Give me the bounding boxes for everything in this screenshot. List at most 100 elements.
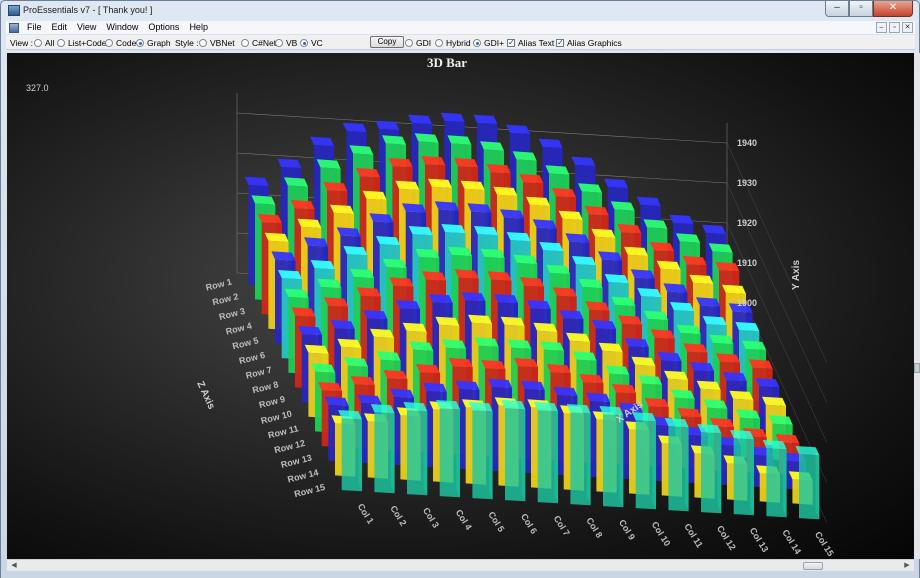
chart-canvas[interactable]: 1900 1910 1920 1930 1940 Row 1 Row 2 Row 3 Row 4… [7, 53, 914, 559]
menu-bar: File Edit View Window Options Help – ▫ ✕ [6, 21, 915, 35]
style-option-vc[interactable]: VC [300, 38, 323, 48]
z-tick-label: Row 3 [218, 306, 246, 322]
bar-top [342, 122, 367, 132]
x-tick-label: Col 4 [454, 508, 474, 532]
render-option-gdi[interactable]: GDI [405, 38, 431, 48]
radio-selected-icon [300, 39, 308, 47]
z-tick-label: Row 13 [280, 453, 313, 470]
bar-top [349, 145, 374, 155]
view-option-list-code[interactable]: List+Code [57, 38, 107, 48]
x-tick-label: Col 6 [519, 512, 539, 536]
bar-top [617, 224, 642, 234]
bar-front [635, 420, 656, 510]
bar-top [323, 182, 348, 192]
x-tick-label: Col 10 [650, 520, 673, 548]
bar-top [702, 224, 726, 234]
mdi-restore-button[interactable]: ▫ [889, 22, 900, 33]
vertical-scrollbar[interactable] [914, 53, 920, 559]
vertical-scroll-thumb[interactable] [914, 363, 920, 373]
3d-bar-chart[interactable]: 1900 1910 1920 1930 1940 Row 1Row 2Row 3Row 4… [7, 53, 914, 559]
bar-front [505, 408, 526, 502]
bar-top [735, 322, 760, 332]
z-tick-label: Row 15 [293, 482, 326, 499]
bar-front [537, 410, 558, 504]
radio-icon [241, 39, 249, 47]
bar-front [472, 410, 493, 500]
horizontal-scrollbar[interactable]: ◀ ▶ [7, 559, 914, 571]
style-option-vb[interactable]: VB [275, 38, 297, 48]
bar-front [374, 412, 395, 494]
x-tick-label: Col 12 [715, 524, 738, 552]
maximize-button[interactable]: ▫ [849, 1, 873, 17]
value-readout: 327.0 [26, 83, 49, 93]
bar-top [636, 196, 661, 206]
render-option-hybrid[interactable]: Hybrid [435, 38, 471, 48]
bar-top [473, 114, 498, 124]
view-option-code[interactable]: Code [105, 38, 136, 48]
x-tick-label: Col 9 [617, 518, 637, 542]
z-tick-label: Row 5 [231, 335, 259, 351]
z-tick-label: Row 8 [251, 379, 279, 395]
y-tick-label: 1940 [737, 138, 757, 148]
bar-top [545, 165, 570, 175]
horizontal-scroll-thumb[interactable] [803, 562, 823, 570]
radio-icon [405, 39, 413, 47]
bar-top [440, 112, 465, 122]
bar-top [538, 138, 563, 148]
radio-icon [275, 39, 283, 47]
x-tick-label: Col 5 [486, 510, 506, 534]
z-tick-label: Row 12 [273, 438, 306, 455]
menu-view[interactable]: View [77, 22, 96, 32]
mdi-close-button[interactable]: ✕ [902, 22, 913, 33]
bar-top [669, 214, 694, 224]
menu-edit[interactable]: Edit [52, 22, 68, 32]
z-tick-label: Row 9 [258, 394, 286, 410]
x-tick-label: Col 13 [748, 526, 771, 554]
view-option-all[interactable]: All [34, 38, 54, 48]
scroll-right-icon[interactable]: ▶ [901, 561, 913, 571]
z-tick-label: Row 7 [245, 365, 273, 381]
bar-front [439, 408, 460, 498]
view-label: View : [10, 38, 33, 48]
radio-selected-icon [473, 39, 481, 47]
bar-front [341, 418, 362, 492]
bar-top [795, 446, 820, 456]
x-tick-label: Col 14 [780, 528, 803, 556]
document-icon[interactable] [9, 23, 19, 33]
minimize-button[interactable]: – [825, 1, 849, 17]
bar-top [643, 219, 668, 229]
toolbar: View : All List+Code Code Graph Style : … [6, 35, 915, 50]
chart-title: 3D Bar [427, 55, 467, 70]
z-tick-label: Row 6 [238, 350, 266, 366]
bar-top [375, 120, 400, 130]
scroll-left-icon[interactable]: ◀ [8, 561, 20, 571]
y-tick-label: 1930 [737, 178, 757, 188]
render-option-gdiplus[interactable]: GDI+ [473, 38, 504, 48]
close-button[interactable]: ✕ [873, 1, 913, 17]
view-option-graph[interactable]: Graph [136, 38, 171, 48]
y-tick-label: 1910 [737, 258, 757, 268]
x-tick-label: Col 8 [584, 516, 604, 540]
title-bar[interactable]: ProEssentials v7 - [ Thank you! ] – ▫ ✕ [1, 1, 919, 21]
menu-options[interactable]: Options [148, 22, 179, 32]
mdi-minimize-button[interactable]: – [876, 22, 887, 33]
style-option-csnet[interactable]: C#Net [241, 38, 276, 48]
y-tick-label: 1900 [737, 298, 757, 308]
radio-selected-icon [136, 39, 144, 47]
bar-front [701, 432, 722, 514]
x-tick-label: Col 15 [813, 530, 836, 558]
bar-top [571, 156, 596, 166]
menu-file[interactable]: File [27, 22, 42, 32]
alias-text-checkbox[interactable]: ✓ Alias Text [507, 38, 554, 48]
bar-front [570, 412, 591, 506]
copy-button[interactable]: Copy [370, 36, 404, 48]
alias-graphics-checkbox[interactable]: ✓ Alias Graphics [556, 38, 622, 48]
bar-top [715, 262, 740, 272]
menu-help[interactable]: Help [189, 22, 208, 32]
menu-window[interactable]: Window [106, 22, 138, 32]
style-option-vbnet[interactable]: VBNet [199, 38, 235, 48]
bar-top [447, 135, 472, 145]
bar-top [408, 114, 432, 124]
bar-top [244, 176, 269, 186]
bars [244, 112, 820, 520]
